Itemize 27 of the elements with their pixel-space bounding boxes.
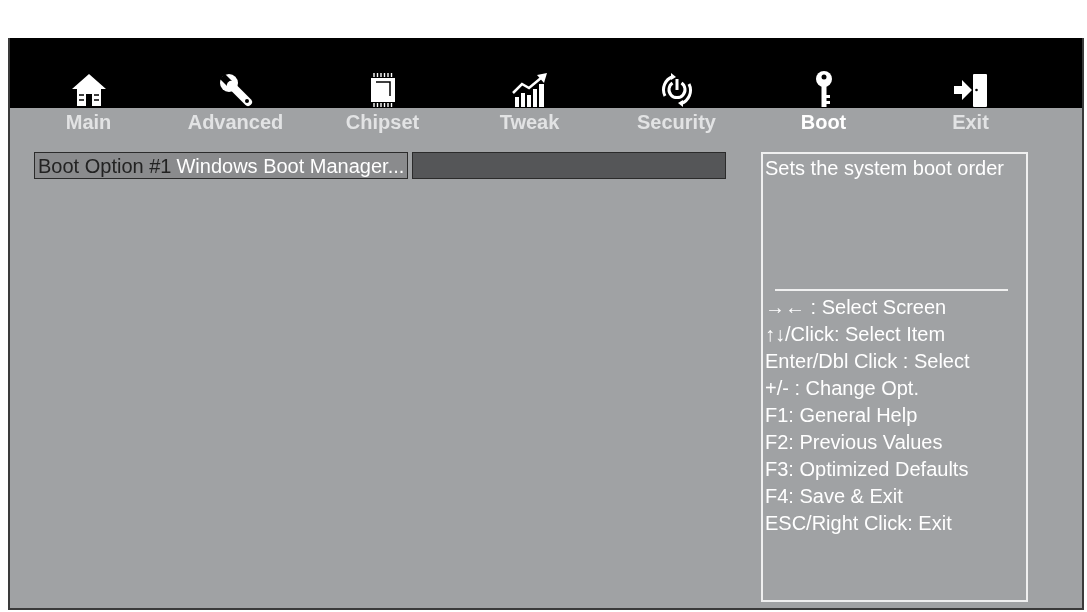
option-value: Windows Boot Manager... xyxy=(176,153,405,178)
wrench-icon[interactable] xyxy=(218,73,253,107)
power-icon[interactable] xyxy=(660,73,693,107)
key-hint: F3: Optimized Defaults xyxy=(765,457,969,482)
option-field[interactable] xyxy=(412,152,726,179)
key-icon[interactable] xyxy=(813,71,834,107)
key-hint: F4: Save & Exit xyxy=(765,484,903,509)
house-icon[interactable] xyxy=(70,73,107,107)
key-hint: ESC/Right Click: Exit xyxy=(765,511,952,536)
boot-option-row[interactable]: Boot Option #1 Windows Boot Manager... xyxy=(34,152,409,179)
door-arrow-icon[interactable] xyxy=(952,73,989,107)
menu-tab[interactable]: Chipset xyxy=(309,108,456,136)
key-hint: +/- : Change Opt. xyxy=(765,376,919,401)
chart-icon[interactable] xyxy=(511,73,548,107)
menu-tab[interactable]: Tweak xyxy=(456,108,603,136)
help-description: Sets the system boot order xyxy=(764,156,1004,181)
key-hint: F1: General Help xyxy=(765,403,918,428)
key-hint: F2: Previous Values xyxy=(765,430,943,455)
menu-tab[interactable]: Security xyxy=(603,108,750,136)
menu-tab[interactable]: Main xyxy=(15,108,162,136)
key-hint: ↑↓/Click: Select Item xyxy=(765,322,946,347)
key-hint: →← : Select Screen xyxy=(765,295,947,320)
menu-tab[interactable]: Boot xyxy=(750,108,897,136)
key-hint: Enter/Dbl Click : Select xyxy=(765,349,970,374)
menu-tab[interactable]: Advanced xyxy=(162,108,309,136)
option-label: Boot Option #1 xyxy=(38,153,172,178)
menu-tab[interactable]: Exit xyxy=(897,108,1044,136)
